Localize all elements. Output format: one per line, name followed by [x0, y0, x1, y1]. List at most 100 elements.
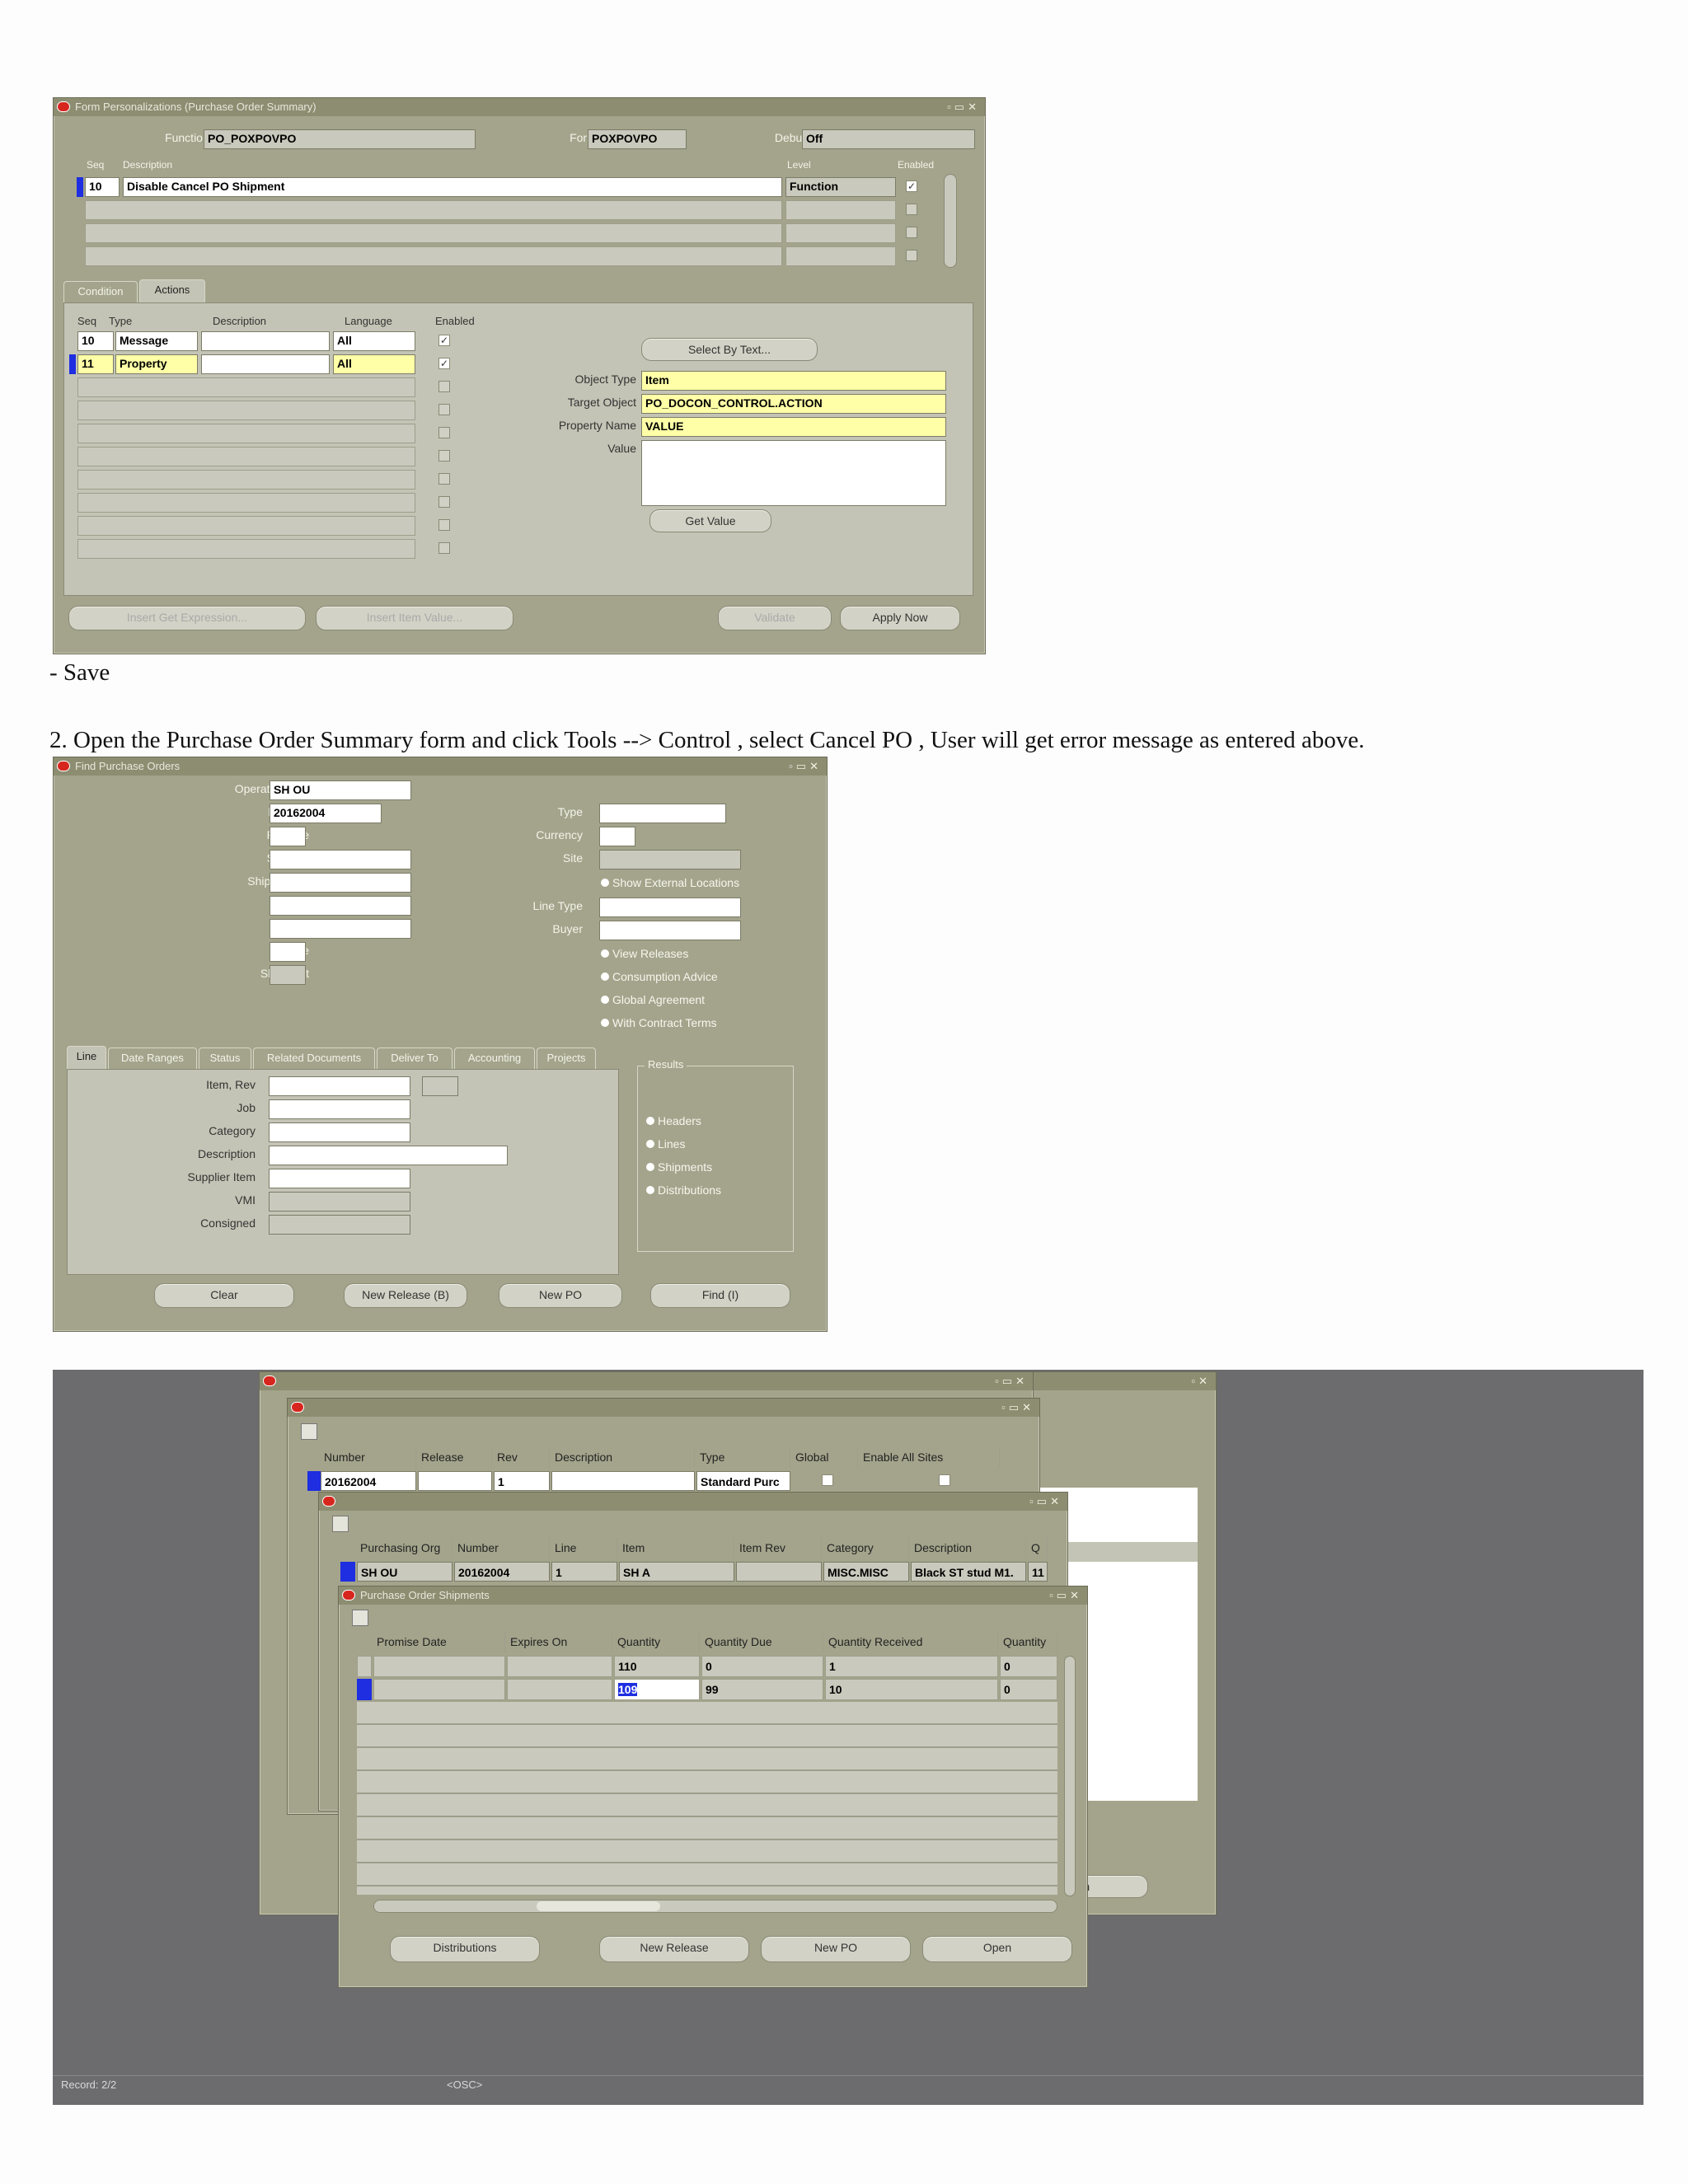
validate-button[interactable]: Validate: [718, 606, 832, 630]
action-enabled-checkbox[interactable]: [438, 404, 450, 415]
action-type-select[interactable]: Property: [115, 354, 198, 374]
rule-enabled-checkbox[interactable]: [906, 227, 917, 238]
shipments-radio[interactable]: Shipments: [646, 1160, 712, 1174]
new-release-button[interactable]: New Release (B): [344, 1283, 467, 1308]
consigned-select[interactable]: [269, 1215, 410, 1235]
window-controls-icon[interactable]: ▫▭✕: [789, 757, 822, 776]
row-selector[interactable]: [357, 1679, 372, 1700]
quantity-received-cell[interactable]: 10: [825, 1679, 998, 1700]
view-releases-checkbox[interactable]: View Releases: [601, 947, 688, 960]
description-cell[interactable]: [551, 1471, 695, 1491]
action-enabled-checkbox[interactable]: ✓: [438, 358, 450, 369]
site-field[interactable]: [599, 850, 741, 869]
form-name-field[interactable]: POXPOVPO: [588, 129, 687, 149]
rule-seq-field[interactable]: 10: [85, 177, 120, 197]
expires-on-cell[interactable]: [507, 1656, 612, 1677]
quantity-received-cell[interactable]: 1: [825, 1656, 998, 1677]
empty-action-row[interactable]: [77, 377, 415, 397]
enable-all-sites-checkbox[interactable]: [939, 1474, 950, 1486]
tab-status[interactable]: Status: [199, 1047, 251, 1069]
purchasing-org-cell[interactable]: SH OU: [357, 1562, 452, 1582]
distributions-button[interactable]: Distributions: [390, 1936, 540, 1962]
rule-description-field[interactable]: Disable Cancel PO Shipment: [123, 177, 782, 197]
select-by-text-button[interactable]: Select By Text...: [641, 338, 818, 361]
release-cell[interactable]: [418, 1471, 492, 1491]
tab-actions[interactable]: Actions: [139, 279, 205, 302]
new-po-button[interactable]: New PO: [761, 1936, 911, 1962]
window-controls-icon[interactable]: ▫▭✕: [1029, 1493, 1062, 1511]
action-enabled-checkbox[interactable]: ✓: [438, 335, 450, 346]
action-language-select[interactable]: All: [333, 354, 415, 374]
rules-scrollbar[interactable]: [944, 174, 957, 268]
line-description-cell[interactable]: Black ST stud M1.: [911, 1562, 1026, 1582]
tab-line[interactable]: Line: [67, 1046, 106, 1069]
quantity-cell-selected[interactable]: 109: [614, 1679, 700, 1700]
rule-enabled-checkbox[interactable]: [906, 204, 917, 215]
empty-action-row[interactable]: [77, 424, 415, 443]
action-seq-field[interactable]: 11: [77, 354, 114, 374]
rule-enabled-checkbox[interactable]: [906, 250, 917, 261]
horizontal-scrollbar[interactable]: [373, 1900, 1057, 1913]
action-enabled-checkbox[interactable]: [438, 519, 450, 531]
type-select[interactable]: [599, 804, 726, 823]
line-number-cell[interactable]: 20162004: [454, 1562, 550, 1582]
supplier-field[interactable]: [270, 850, 411, 869]
action-description-field[interactable]: [201, 331, 330, 351]
rev-cell[interactable]: 1: [494, 1471, 550, 1491]
open-button[interactable]: Open: [922, 1936, 1072, 1962]
empty-rule-row[interactable]: [85, 200, 782, 220]
supplier-item-field[interactable]: [269, 1169, 410, 1188]
scrollbar-thumb[interactable]: [537, 1901, 660, 1911]
window-controls-icon[interactable]: ▫▭✕: [995, 1372, 1028, 1390]
tab-deliver-to[interactable]: Deliver To: [377, 1047, 452, 1069]
ship-to-org-field[interactable]: [270, 873, 411, 893]
consumption-advice-checkbox[interactable]: Consumption Advice: [601, 970, 718, 983]
get-value-button[interactable]: Get Value: [649, 509, 771, 532]
promise-date-cell[interactable]: [373, 1679, 505, 1700]
row-selector[interactable]: [77, 177, 83, 197]
release-field[interactable]: [270, 827, 306, 846]
value-textarea[interactable]: [641, 440, 946, 506]
empty-rule-level[interactable]: [785, 223, 896, 243]
rev-field[interactable]: [422, 1076, 458, 1096]
property-name-field[interactable]: VALUE: [641, 417, 946, 437]
category-field[interactable]: [269, 1122, 410, 1142]
apply-now-button[interactable]: Apply Now: [840, 606, 960, 630]
action-enabled-checkbox[interactable]: [438, 450, 450, 462]
distributions-radio[interactable]: Distributions: [646, 1183, 721, 1197]
empty-rule-level[interactable]: [785, 200, 896, 220]
action-type-select[interactable]: Message: [115, 331, 198, 351]
empty-action-row[interactable]: [77, 401, 415, 420]
action-enabled-checkbox[interactable]: [438, 427, 450, 438]
empty-action-row[interactable]: [77, 470, 415, 490]
vertical-scrollbar[interactable]: [1064, 1656, 1076, 1896]
new-release-button[interactable]: New Release: [599, 1936, 749, 1962]
empty-rule-row[interactable]: [85, 223, 782, 243]
quantity-2-cell[interactable]: 0: [1000, 1679, 1057, 1700]
tab-related-documents[interactable]: Related Documents: [253, 1047, 375, 1069]
tab-condition[interactable]: Condition: [63, 281, 138, 302]
insert-get-expression-button[interactable]: Insert Get Expression...: [68, 606, 306, 630]
currency-field[interactable]: [599, 827, 635, 846]
action-description-field[interactable]: [201, 354, 330, 374]
line-cell[interactable]: 1: [551, 1562, 617, 1582]
tab-accounting[interactable]: Accounting: [454, 1047, 535, 1069]
with-contract-terms-checkbox[interactable]: With Contract Terms: [601, 1016, 717, 1029]
action-enabled-checkbox[interactable]: [438, 381, 450, 392]
action-enabled-checkbox[interactable]: [438, 542, 450, 554]
item-rev-cell[interactable]: [736, 1562, 822, 1582]
new-po-button[interactable]: New PO: [499, 1283, 622, 1308]
number-field[interactable]: 20162004: [270, 804, 382, 823]
row-selector[interactable]: [357, 1656, 372, 1677]
line-type-field[interactable]: [599, 898, 741, 917]
empty-rule-level[interactable]: [785, 246, 896, 266]
item-field[interactable]: [269, 1076, 410, 1096]
window-controls-icon[interactable]: ▫▭✕: [1049, 1586, 1082, 1605]
row-selector[interactable]: [307, 1471, 321, 1491]
empty-rule-row[interactable]: [85, 246, 782, 266]
find-button[interactable]: Find (I): [650, 1283, 790, 1308]
empty-shipment-rows[interactable]: [357, 1702, 1057, 1895]
action-enabled-checkbox[interactable]: [438, 496, 450, 508]
tab-projects[interactable]: Projects: [537, 1047, 596, 1069]
window-controls-icon[interactable]: ▫▭✕: [947, 98, 980, 116]
